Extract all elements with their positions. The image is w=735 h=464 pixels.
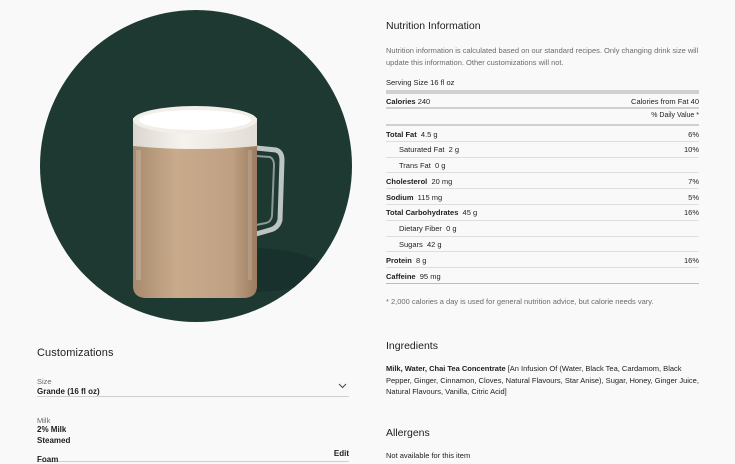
- nutrient-label: Protein: [386, 255, 412, 265]
- nutrient-amount: 95 mg: [419, 271, 441, 281]
- allergens-panel: Allergens Not available for this item: [386, 427, 699, 460]
- nutrient-amount: 4.5 g: [420, 129, 438, 139]
- nutrient-amount: 42 g: [426, 240, 442, 250]
- nutrition-row: Dietary Fiber 0 g: [386, 221, 699, 237]
- nutrition-row: Total Carbohydrates 45 g 16%: [386, 205, 699, 221]
- ingredients-text: Milk, Water, Chai Tea Concentrate [An In…: [386, 363, 699, 398]
- allergens-title: Allergens: [386, 427, 430, 439]
- nutrient-amount: 0 g: [435, 161, 446, 171]
- chai-latte-mug-illustration: [133, 106, 325, 298]
- milk-label: Milk: [37, 416, 51, 425]
- calories-from-fat-value: 40: [690, 97, 699, 106]
- nutrient-amount: 20 mg: [431, 176, 453, 186]
- nutrient-amount: 115 mg: [417, 192, 443, 202]
- calories-label: Calories: [386, 97, 416, 106]
- nutrient-daily-value: 16%: [683, 255, 699, 265]
- foam-option: Foam Edit: [37, 449, 349, 464]
- calories-from-fat: Calories from Fat 40: [631, 97, 699, 106]
- nutrient-label: Total Fat: [386, 129, 417, 139]
- nutrition-panel: Nutrition Information Nutrition informat…: [386, 20, 699, 306]
- serving-size: Serving Size 16 fl oz: [386, 78, 699, 94]
- nutrient-label: Sodium: [386, 192, 414, 202]
- foam-label: Foam: [37, 455, 59, 464]
- calories-value: 240: [417, 97, 431, 106]
- nutrient-label: Trans Fat: [399, 161, 431, 171]
- customizations-panel: Customizations Size Grande (16 fl oz) Mi…: [37, 347, 349, 464]
- size-select[interactable]: Size Grande (16 fl oz): [37, 377, 349, 397]
- nutrient-daily-value: 5%: [688, 192, 699, 202]
- product-image: [40, 10, 352, 322]
- daily-value-header: % Daily Value *: [386, 109, 699, 126]
- nutrient-amount: 2 g: [448, 145, 460, 155]
- nutrition-row: Sodium 115 mg 5%: [386, 189, 699, 205]
- size-label: Size: [37, 377, 52, 386]
- nutrition-row: Saturated Fat 2 g 10%: [386, 142, 699, 158]
- calories-row: Calories 240 Calories from Fat 40: [386, 94, 699, 109]
- nutrient-label: Cholesterol: [386, 176, 428, 186]
- size-value: Grande (16 fl oz): [37, 387, 100, 396]
- customizations-title: Customizations: [37, 347, 114, 359]
- nutrition-row: Sugars 42 g: [386, 237, 699, 253]
- nutrient-daily-value: 10%: [683, 145, 699, 155]
- milk-option[interactable]: Milk 2% Milk: [37, 416, 349, 434]
- nutrition-title: Nutrition Information: [386, 20, 481, 32]
- steamed-option: Steamed: [37, 436, 71, 445]
- milk-value: 2% Milk: [37, 425, 67, 434]
- nutrition-footnote: * 2,000 calories a day is used for gener…: [386, 296, 654, 306]
- nutrient-label: Sugars: [399, 240, 423, 250]
- calories-from-fat-label: Calories from Fat: [631, 97, 689, 106]
- nutrient-label: Caffeine: [386, 271, 416, 281]
- nutrient-daily-value: 6%: [688, 129, 699, 139]
- nutrition-description: Nutrition information is calculated base…: [386, 46, 699, 67]
- nutrition-row: Protein 8 g 16%: [386, 252, 699, 269]
- nutrient-label: Total Carbohydrates: [386, 208, 459, 218]
- nutrition-row: Total Fat 4.5 g 6%: [386, 126, 699, 142]
- nutrient-amount: 8 g: [416, 255, 427, 265]
- nutrient-daily-value: 16%: [683, 208, 699, 218]
- ingredients-panel: Ingredients Milk, Water, Chai Tea Concen…: [386, 340, 699, 398]
- allergens-text: Not available for this item: [386, 451, 471, 460]
- ingredients-title: Ingredients: [386, 340, 438, 352]
- nutrition-row: Trans Fat 0 g: [386, 158, 699, 174]
- nutrient-amount: 0 g: [446, 224, 457, 234]
- nutrient-daily-value: 7%: [688, 176, 699, 186]
- ingredients-main: Milk, Water, Chai Tea Concentrate: [386, 364, 506, 373]
- nutrient-amount: 45 g: [462, 208, 478, 218]
- nutrient-label: Saturated Fat: [399, 145, 445, 155]
- chevron-down-icon[interactable]: [338, 381, 347, 391]
- nutrition-rows: Total Fat 4.5 g 6% Saturated Fat 2 g 10% Tra…: [386, 126, 699, 284]
- nutrition-row: Caffeine 95 mg: [386, 268, 699, 284]
- nutrient-label: Dietary Fiber: [399, 224, 442, 234]
- nutrition-row: Cholesterol 20 mg 7%: [386, 173, 699, 190]
- foam-edit-button[interactable]: Edit: [334, 449, 349, 458]
